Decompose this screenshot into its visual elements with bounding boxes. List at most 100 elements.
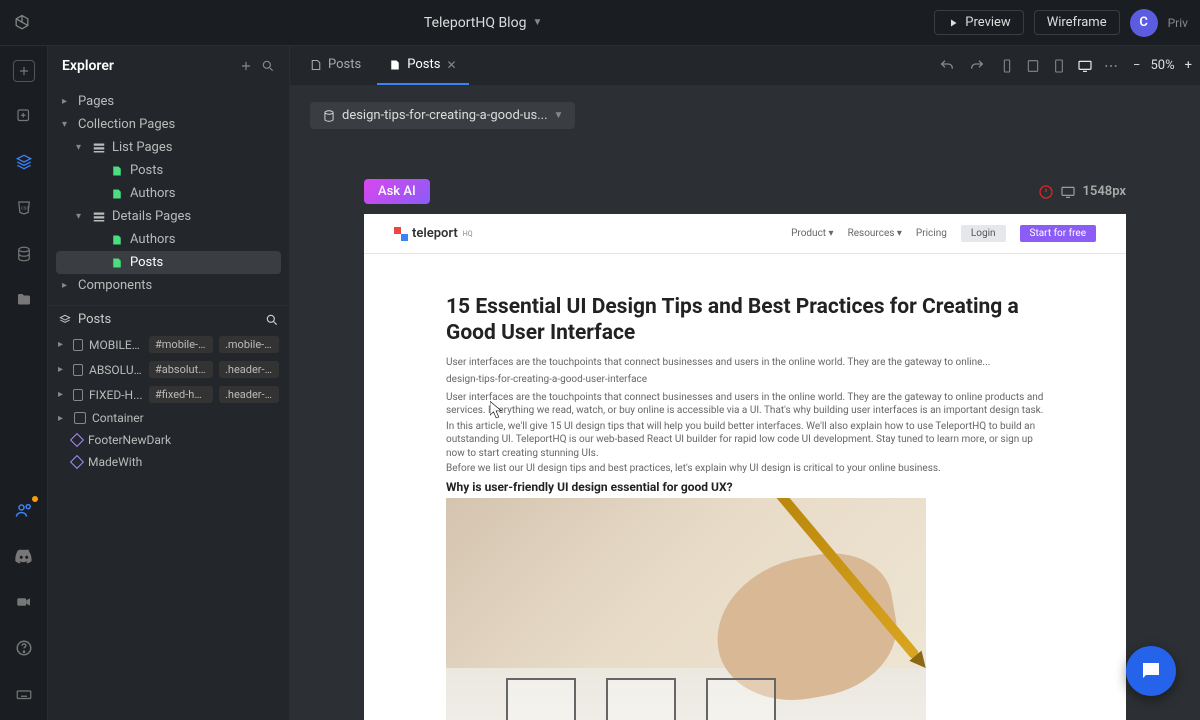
- canvas-area: Posts Posts ✕ − 50% +: [290, 46, 1200, 720]
- explorer-tree: ▸Pages ▾Collection Pages ▾List Pages Pos…: [48, 86, 289, 305]
- tree-list-pages[interactable]: ▾List Pages: [56, 136, 281, 159]
- article-body3: Before we list our UI design tips and be…: [446, 462, 1044, 476]
- post-class: .mobile-h...: [219, 336, 279, 353]
- explorer-sidebar: Explorer ▸Pages ▾Collection Pages ▾List …: [48, 46, 290, 720]
- help-icon[interactable]: [12, 636, 36, 660]
- project-title[interactable]: TeleportHQ Blog ▼: [424, 15, 542, 31]
- posts-search-icon[interactable]: [265, 313, 279, 327]
- zoom-value: 50%: [1150, 58, 1174, 73]
- add-page-icon[interactable]: [12, 104, 36, 128]
- tab-posts-inactive[interactable]: Posts: [298, 46, 373, 85]
- keyboard-icon[interactable]: [12, 682, 36, 706]
- posts-panel: Posts ▸MOBILE-...#mobile-h....mobile-h..…: [48, 305, 289, 720]
- zoom-controls: − 50% +: [1133, 58, 1192, 73]
- wireframe-button[interactable]: Wireframe: [1034, 10, 1120, 35]
- ask-ai-button[interactable]: Ask AI: [364, 179, 430, 204]
- discord-icon[interactable]: [12, 544, 36, 568]
- wireframe-button-label: Wireframe: [1047, 15, 1107, 30]
- nav-product[interactable]: Product ▾: [791, 228, 833, 239]
- folder-icon[interactable]: [12, 288, 36, 312]
- tree-pages[interactable]: ▸Pages: [56, 90, 281, 113]
- post-name: MOBILE-...: [89, 338, 143, 352]
- preview-button[interactable]: Preview: [934, 10, 1023, 35]
- tab-label: Posts: [407, 57, 440, 72]
- canvas-width-value: 1548px: [1082, 184, 1126, 199]
- post-row-container[interactable]: ▸Container: [54, 408, 283, 428]
- tree-collection-pages[interactable]: ▾Collection Pages: [56, 113, 281, 136]
- post-hash: #mobile-h...: [149, 336, 213, 353]
- project-title-text: TeleportHQ Blog: [424, 15, 527, 31]
- close-icon[interactable]: ✕: [446, 58, 456, 72]
- tree-details-pages[interactable]: ▾Details Pages: [56, 205, 281, 228]
- nav-pricing[interactable]: Pricing: [916, 228, 947, 239]
- tabs: Posts Posts ✕: [298, 46, 469, 85]
- preview-button-label: Preview: [965, 15, 1010, 30]
- chevron-down-icon: ▼: [554, 110, 564, 121]
- posts-panel-header: Posts: [48, 306, 289, 333]
- tab-label: Posts: [328, 57, 361, 72]
- breadcrumb-selector[interactable]: design-tips-for-creating-a-good-us... ▼: [310, 102, 575, 129]
- post-row[interactable]: ▸MOBILE-...#mobile-h....mobile-h...: [54, 333, 283, 356]
- width-indicator: 1548px: [1038, 184, 1126, 200]
- device-tablet-icon[interactable]: [1025, 58, 1041, 74]
- layers-icon[interactable]: [12, 150, 36, 174]
- tree-details-authors[interactable]: Authors: [56, 228, 281, 251]
- video-icon[interactable]: [12, 590, 36, 614]
- site-nav: Product ▾ Resources ▾ Pricing Login Star…: [791, 225, 1096, 242]
- article-body: 15 Essential UI Design Tips and Best Pra…: [364, 254, 1126, 720]
- tree-pages-label: Pages: [78, 94, 114, 109]
- team-icon[interactable]: [12, 498, 36, 522]
- logo-cubes-icon: [394, 227, 408, 241]
- avatar[interactable]: C: [1130, 9, 1158, 37]
- login-button[interactable]: Login: [961, 225, 1006, 242]
- app-logo-icon[interactable]: [12, 13, 32, 33]
- main-layout: css Explorer ▸Pages ▾Collection Pages ▾L…: [0, 46, 1200, 720]
- tree-details-posts-label: Posts: [130, 255, 163, 270]
- post-container-label: Container: [92, 411, 144, 425]
- tree-list-authors[interactable]: Authors: [56, 182, 281, 205]
- post-hash: #fixed-hea...: [149, 386, 213, 403]
- post-name: ABSOLU...: [89, 363, 143, 377]
- tabs-right: − 50% +: [939, 58, 1192, 74]
- css-icon[interactable]: css: [12, 196, 36, 220]
- nav-resources[interactable]: Resources ▾: [848, 228, 902, 239]
- search-icon[interactable]: [261, 59, 275, 73]
- more-icon[interactable]: [1103, 58, 1119, 74]
- square-icon: [74, 412, 86, 424]
- article-snippet: User interfaces are the touchpoints that…: [446, 357, 1044, 368]
- explorer-header: Explorer: [48, 46, 289, 86]
- article-slug: design-tips-for-creating-a-good-user-int…: [446, 374, 1044, 385]
- square-icon: [73, 339, 84, 351]
- tree-list-posts[interactable]: Posts: [56, 159, 281, 182]
- tree-list-label: List Pages: [112, 140, 172, 155]
- start-button[interactable]: Start for free: [1020, 225, 1096, 242]
- zoom-out-icon[interactable]: −: [1133, 58, 1140, 73]
- tab-posts-active[interactable]: Posts ✕: [377, 46, 468, 85]
- zoom-in-icon[interactable]: +: [1185, 58, 1192, 73]
- tree-details-posts[interactable]: Posts: [56, 251, 281, 274]
- tree-details-label: Details Pages: [112, 209, 191, 224]
- topbar-actions: Preview Wireframe C Priv: [934, 9, 1188, 37]
- post-row-madewith[interactable]: MadeWith: [54, 452, 283, 472]
- chat-fab[interactable]: [1126, 646, 1176, 696]
- tree-list-authors-label: Authors: [130, 186, 176, 201]
- add-item-icon[interactable]: [239, 59, 253, 73]
- canvas-body[interactable]: design-tips-for-creating-a-good-us... ▼ …: [290, 86, 1200, 720]
- add-icon[interactable]: [13, 60, 35, 82]
- undo-icon[interactable]: [939, 58, 955, 74]
- site-logo[interactable]: teleportHQ: [394, 226, 473, 241]
- database-icon[interactable]: [12, 242, 36, 266]
- monitor-icon: [1060, 184, 1076, 200]
- device-desktop-icon[interactable]: [1077, 58, 1093, 74]
- post-row[interactable]: ▸FIXED-H...#fixed-hea....header-fix: [54, 383, 283, 406]
- post-row-footer[interactable]: FooterNewDark: [54, 430, 283, 450]
- tree-components[interactable]: ▸Components: [56, 274, 281, 297]
- site-logo-sup: HQ: [463, 230, 473, 238]
- device-tablet-landscape-icon[interactable]: [1051, 58, 1067, 74]
- device-mobile-icon[interactable]: [999, 58, 1015, 74]
- tree-components-label: Components: [78, 278, 152, 293]
- preview-frame[interactable]: teleportHQ Product ▾ Resources ▾ Pricing…: [364, 214, 1126, 720]
- redo-icon[interactable]: [969, 58, 985, 74]
- privacy-label[interactable]: Priv: [1168, 16, 1188, 30]
- post-row[interactable]: ▸ABSOLU...#absolute....header-a...: [54, 358, 283, 381]
